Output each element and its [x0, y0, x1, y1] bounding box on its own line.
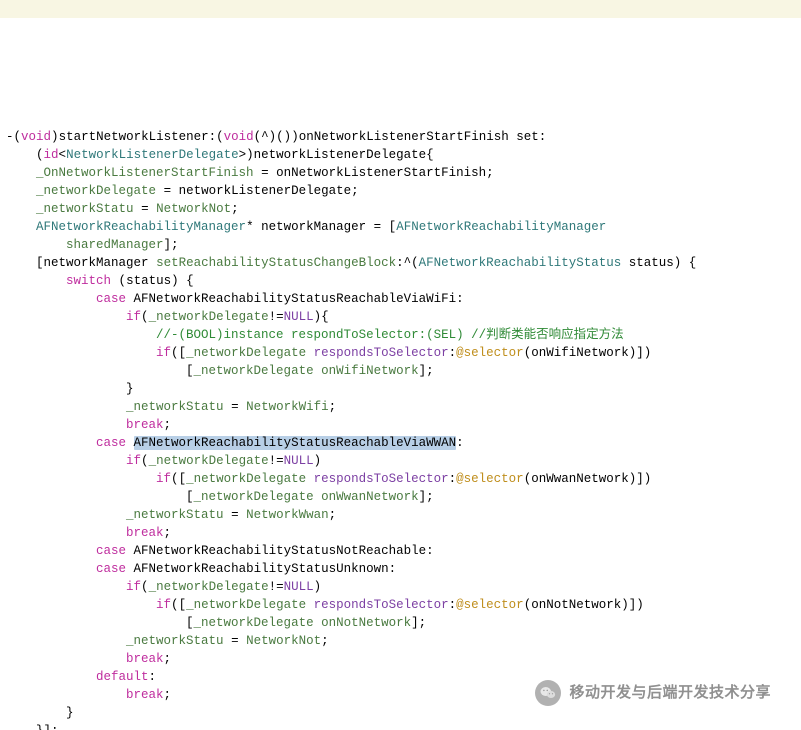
selected-text: AFNetworkReachabilityStatusReachableViaW…: [134, 436, 457, 450]
line: default:: [6, 670, 156, 684]
wechat-logo-icon: [535, 680, 561, 706]
line: case AFNetworkReachabilityStatusNotReach…: [6, 544, 434, 558]
line: if(_networkDelegate!=NULL): [6, 580, 321, 594]
line: AFNetworkReachabilityManager* networkMan…: [6, 220, 606, 234]
current-line-highlight: [0, 0, 801, 18]
line: _networkStatu = NetworkNot;: [6, 202, 239, 216]
line: if([_networkDelegate respondsToSelector:…: [6, 598, 644, 612]
line: _networkStatu = NetworkWwan;: [6, 508, 336, 522]
line: }: [6, 382, 134, 396]
line: switch (status) {: [6, 274, 194, 288]
line: case AFNetworkReachabilityStatusReachabl…: [6, 292, 464, 306]
line: -(void)startNetworkListener:(void(^)())o…: [6, 130, 546, 144]
line: [networkManager setReachabilityStatusCha…: [6, 256, 696, 270]
line: if(_networkDelegate!=NULL): [6, 454, 321, 468]
line: }: [6, 706, 74, 720]
line: sharedManager];: [6, 238, 179, 252]
watermark-text: 移动开发与后端开发技术分享: [569, 684, 771, 702]
line: [_networkDelegate onNotNetwork];: [6, 616, 426, 630]
line: _networkDelegate = networkListenerDelega…: [6, 184, 359, 198]
line: if([_networkDelegate respondsToSelector:…: [6, 472, 651, 486]
code-editor[interactable]: -(void)startNetworkListener:(void(^)())o…: [0, 0, 801, 730]
warning-triangle-icon[interactable]: [782, 0, 797, 15]
line: case AFNetworkReachabilityStatusReachabl…: [6, 436, 464, 450]
line: break;: [6, 418, 171, 432]
line: (id<NetworkListenerDelegate>)networkList…: [6, 148, 434, 162]
line: [_networkDelegate onWifiNetwork];: [6, 364, 434, 378]
line: break;: [6, 688, 171, 702]
watermark: 移动开发与后端开发技术分享: [535, 680, 771, 706]
line: }];: [6, 724, 59, 730]
line: if(_networkDelegate!=NULL){: [6, 310, 329, 324]
line: case AFNetworkReachabilityStatusUnknown:: [6, 562, 396, 576]
line: break;: [6, 652, 171, 666]
line: [_networkDelegate onWwanNetwork];: [6, 490, 434, 504]
line: break;: [6, 526, 171, 540]
line: _OnNetworkListenerStartFinish = onNetwor…: [6, 166, 494, 180]
line: _networkStatu = NetworkNot;: [6, 634, 329, 648]
line: _networkStatu = NetworkWifi;: [6, 400, 336, 414]
code-lines: -(void)startNetworkListener:(void(^)())o…: [6, 110, 797, 730]
line: if([_networkDelegate respondsToSelector:…: [6, 346, 651, 360]
line: //-(BOOL)instance respondToSelector:(SEL…: [6, 328, 624, 342]
